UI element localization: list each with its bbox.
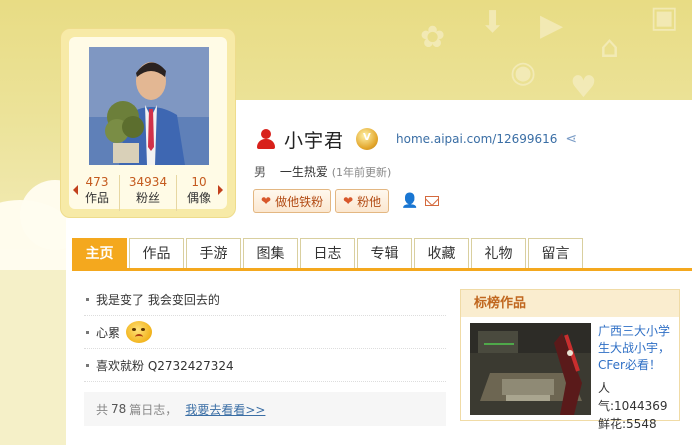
post-text: 心累 xyxy=(96,325,121,340)
bullet xyxy=(86,297,89,301)
post-text: 喜欢就粉 Q2732427324 xyxy=(96,358,234,373)
avatar[interactable] xyxy=(89,47,209,165)
stat-number: 473 xyxy=(85,175,109,189)
stat-number: 10 xyxy=(191,175,207,189)
featured-thumbnail[interactable] xyxy=(470,323,591,415)
decorative-shapes: ✿ xyxy=(420,20,446,55)
featured-flowers: 鲜花:5548 xyxy=(598,417,657,431)
stat-label: 作品 xyxy=(84,191,109,205)
blog-posts: 我是变了 我会变回去的 心累 喜欢就粉 Q2732427324 xyxy=(84,283,446,382)
bullet xyxy=(86,363,89,367)
profile-header: 小宇君 home.aipai.com/12699616 ⋖ xyxy=(256,126,577,152)
profile-stats: 473 作品 34934 粉丝 10 偶像 xyxy=(69,175,227,211)
heart-plus-icon: ❤ xyxy=(261,194,272,208)
heart-icon: ❤ xyxy=(343,194,354,208)
tab-guestbook[interactable]: 留言 xyxy=(528,238,583,269)
iron-fan-label: 做他铁粉 xyxy=(275,194,324,209)
tab-gifts[interactable]: 礼物 xyxy=(471,238,526,269)
blog-count: 78 xyxy=(111,402,127,416)
footer-prefix: 共 xyxy=(96,402,109,417)
stat-works[interactable]: 473 作品 xyxy=(75,175,119,211)
tab-home[interactable]: 主页 xyxy=(72,238,127,269)
add-friend-icon[interactable]: 👤 xyxy=(401,193,418,209)
home-icon: ⌂ xyxy=(600,30,620,65)
tab-albums[interactable]: 专辑 xyxy=(357,238,412,269)
username: 小宇君 xyxy=(284,129,345,152)
sad-emoji-icon xyxy=(126,321,153,343)
featured-popularity: 人气:1044369 xyxy=(598,381,668,413)
featured-meta: 人气:1044369 鲜花:5548 xyxy=(598,379,679,433)
list-item[interactable]: 心累 xyxy=(84,316,446,349)
profile-subinfo: 男 一生热爱 (1年前更新) xyxy=(254,163,391,180)
tab-works[interactable]: 作品 xyxy=(129,238,184,269)
featured-video-title[interactable]: 广西三大小学生大战小宇，CFer必看！ xyxy=(598,323,678,374)
profile-tabs: 主页 作品 手游 图集 日志 专辑 收藏 礼物 留言 xyxy=(72,238,585,269)
view-more-link[interactable]: 我要去看看>> xyxy=(185,401,265,418)
list-item[interactable]: 我是变了 我会变回去的 xyxy=(84,283,446,316)
stat-label: 偶像 xyxy=(186,191,211,205)
tab-underline xyxy=(72,268,692,271)
list-item[interactable]: 喜欢就粉 Q2732427324 xyxy=(84,349,446,382)
bullet xyxy=(86,330,89,334)
message-icon[interactable] xyxy=(424,196,439,206)
stat-fans[interactable]: 34934 粉丝 xyxy=(119,175,177,211)
stat-number: 34934 xyxy=(128,175,168,189)
follow-button[interactable]: ❤ 粉他 xyxy=(335,189,390,213)
follow-label: 粉他 xyxy=(357,194,382,209)
home-link[interactable]: home.aipai.com/12699616 xyxy=(396,132,557,146)
camera-icon: ▣ xyxy=(650,0,679,35)
featured-box: 标榜作品 广西三大小学生大战小宇，CFer必看！ 人气:1044369 鲜花:5… xyxy=(460,289,680,431)
download-icon: ⬇ xyxy=(480,5,506,40)
signature-updated: (1年前更新) xyxy=(331,166,392,179)
blog-footer: 共 78 篇日志， 我要去看看>> xyxy=(84,392,446,426)
featured-title: 标榜作品 xyxy=(461,290,679,317)
play-icon: ▶ xyxy=(540,8,564,43)
footer-suffix: 篇日志， xyxy=(129,402,178,417)
gender: 男 xyxy=(254,165,267,179)
share-icon[interactable]: ⋖ xyxy=(565,131,577,147)
iron-fan-button[interactable]: ❤ 做他铁粉 xyxy=(253,189,332,213)
gamepad-icon: ◉ xyxy=(510,55,537,90)
user-icon xyxy=(256,128,276,150)
signature: 一生热爱 xyxy=(279,165,328,179)
vip-badge-icon[interactable] xyxy=(356,128,379,150)
stat-idols[interactable]: 10 偶像 xyxy=(177,175,221,211)
action-buttons: ❤ 做他铁粉 ❤ 粉他 👤 xyxy=(253,189,439,213)
tab-gallery[interactable]: 图集 xyxy=(243,238,298,269)
tab-mobile-games[interactable]: 手游 xyxy=(186,238,241,269)
avatar-card: 473 作品 34934 粉丝 10 偶像 xyxy=(60,28,236,218)
post-text: 我是变了 我会变回去的 xyxy=(96,292,220,307)
stat-label: 粉丝 xyxy=(135,191,160,205)
tab-favorites[interactable]: 收藏 xyxy=(414,238,469,269)
tab-blog[interactable]: 日志 xyxy=(300,238,355,269)
